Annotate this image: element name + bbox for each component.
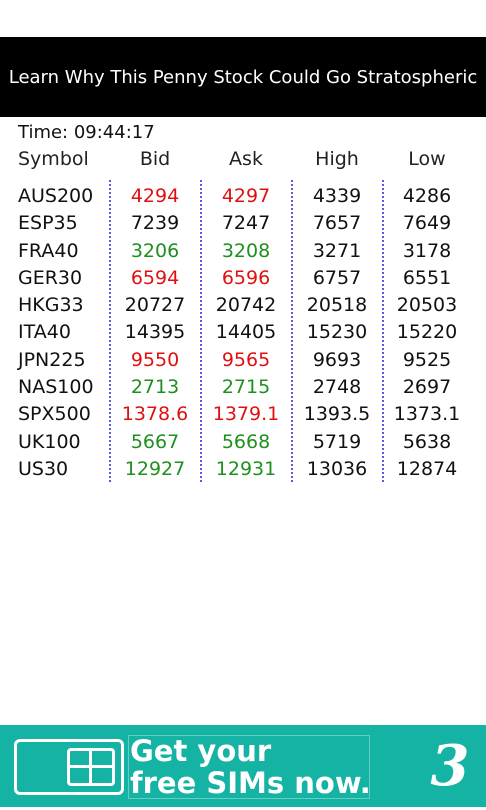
low-cell: 3178 [402,239,452,262]
quotes-table: AUS200 4294 4297 4339 4286 ESP35 7239 72… [0,183,486,483]
top-ad-text: Learn Why This Penny Stock Could Go Stra… [8,66,478,88]
high-cell: 7657 [312,212,362,235]
low-cell: 5638 [402,430,452,453]
header-low: Low [408,148,446,170]
symbol-cell: GER30 [18,266,83,289]
low-cell: 6551 [402,266,452,289]
bid-cell: 12927 [124,457,186,480]
ad-line-1: Get your [130,734,272,768]
bid-cell: 6594 [130,266,180,289]
brand-logo-icon: 3 [430,733,470,799]
quote-row[interactable]: ITA40 14395 14405 15230 15220 [0,319,486,346]
ask-cell: 7247 [221,212,271,235]
low-cell: 9525 [402,348,452,371]
quote-time: Time: 09:44:17 [18,122,155,143]
ask-cell: 4297 [221,185,271,207]
bid-cell: 1378.6 [121,403,189,426]
quote-row[interactable]: GER30 6594 6596 6757 6551 [0,265,486,292]
low-cell: 7649 [402,212,452,235]
ask-cell: 12931 [215,457,277,480]
quote-row[interactable]: US30 12927 12931 13036 12874 [0,456,486,483]
sim-card-icon [14,739,124,795]
symbol-cell: FRA40 [18,239,79,262]
ask-cell: 9565 [221,348,271,371]
ask-cell: 3208 [221,239,271,262]
bid-cell: 3206 [130,239,180,262]
low-cell: 20503 [396,294,458,317]
ask-cell: 1379.1 [212,403,280,426]
quote-row[interactable]: JPN225 9550 9565 9693 9525 [0,347,486,374]
low-cell: 12874 [396,457,458,480]
quote-row[interactable]: SPX500 1378.6 1379.1 1393.5 1373.1 [0,401,486,428]
ask-cell: 14405 [215,321,277,344]
low-cell: 15220 [396,321,458,344]
header-symbol: Symbol [18,148,89,170]
symbol-cell: ESP35 [18,212,78,235]
ask-cell: 5668 [221,430,271,453]
quote-row[interactable]: HKG33 20727 20742 20518 20503 [0,292,486,319]
quote-row[interactable]: AUS200 4294 4297 4339 4286 [0,183,486,210]
sim-chip-icon [67,748,115,786]
bid-cell: 5667 [130,430,180,453]
high-cell: 20518 [306,294,368,317]
top-ad-banner[interactable]: Learn Why This Penny Stock Could Go Stra… [0,37,486,117]
quote-row[interactable]: UK100 5667 5668 5719 5638 [0,429,486,456]
symbol-cell: NAS100 [18,376,94,399]
ad-headline: Get your free SIMs now. [130,735,371,799]
header-ask: Ask [229,148,263,170]
symbol-cell: SPX500 [18,403,91,426]
bid-cell: 20727 [124,294,186,317]
high-cell: 3271 [312,239,362,262]
low-cell: 2697 [402,376,452,399]
low-cell: 1373.1 [393,403,461,426]
quote-row[interactable]: NAS100 2713 2715 2748 2697 [0,374,486,401]
symbol-cell: US30 [18,457,69,480]
bid-cell: 7239 [130,212,180,235]
high-cell: 2748 [312,376,362,399]
ask-cell: 20742 [215,294,277,317]
quote-row[interactable]: ESP35 7239 7247 7657 7649 [0,210,486,237]
high-cell: 15230 [306,321,368,344]
bottom-ad-banner[interactable]: Get your free SIMs now. 3 [0,725,486,807]
symbol-cell: ITA40 [18,321,71,344]
ask-cell: 2715 [221,376,271,399]
quote-row[interactable]: FRA40 3206 3208 3271 3178 [0,238,486,265]
symbol-cell: JPN225 [18,348,86,371]
bid-cell: 9550 [130,348,180,371]
high-cell: 13036 [306,457,368,480]
ad-line-2: free SIMs now. [130,766,371,800]
bid-cell: 2713 [130,376,180,399]
symbol-cell: HKG33 [18,294,84,317]
high-cell: 4339 [312,185,362,207]
header-high: High [315,148,359,170]
high-cell: 1393.5 [303,403,371,426]
symbol-cell: UK100 [18,430,81,453]
bid-cell: 14395 [124,321,186,344]
high-cell: 6757 [312,266,362,289]
low-cell: 4286 [402,185,452,207]
high-cell: 9693 [312,348,362,371]
bid-cell: 4294 [130,185,180,207]
symbol-cell: AUS200 [18,185,94,207]
ask-cell: 6596 [221,266,271,289]
high-cell: 5719 [312,430,362,453]
header-bid: Bid [139,148,171,170]
